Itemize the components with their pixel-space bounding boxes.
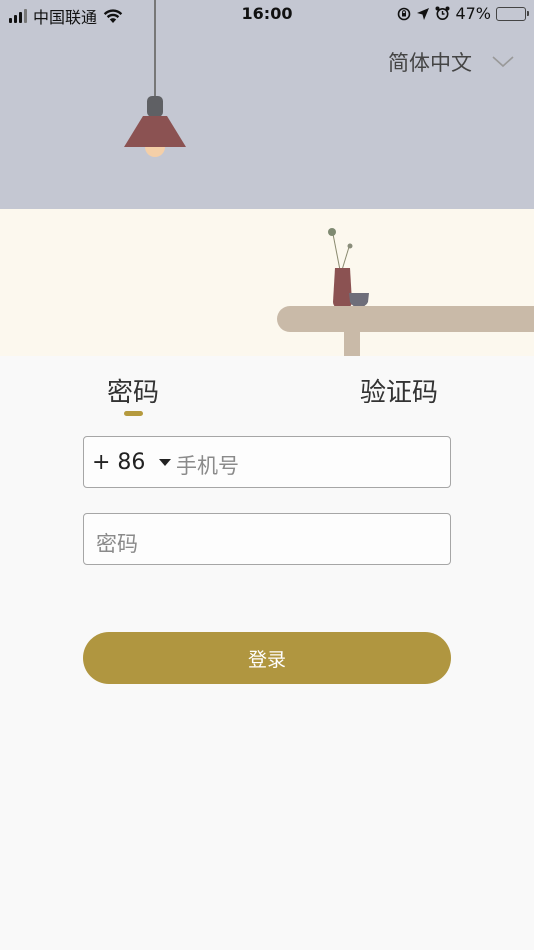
- active-tab-indicator: [124, 411, 143, 416]
- battery-percent: 47%: [455, 4, 491, 23]
- status-bar: 中国联通 16:00 47%: [0, 0, 534, 28]
- battery-icon: [496, 6, 529, 21]
- rotation-lock-icon: [398, 7, 411, 20]
- language-selector[interactable]: 简体中文: [388, 47, 514, 77]
- language-selected-label: 简体中文: [388, 51, 472, 75]
- hero-illustration-sky: [0, 0, 534, 209]
- alarm-clock-icon: [435, 6, 450, 20]
- phone-field: + 86: [83, 436, 451, 488]
- login-button[interactable]: 登录: [83, 632, 451, 684]
- login-method-tabs: 密码 验证码: [0, 372, 534, 422]
- tab-verification-code[interactable]: 验证码: [360, 372, 438, 409]
- phone-input[interactable]: [176, 437, 450, 487]
- chevron-down-icon: [492, 56, 514, 68]
- location-arrow-icon: [417, 7, 430, 20]
- hanging-lamp-illustration: [124, 0, 186, 157]
- country-code-label: + 86: [92, 449, 146, 475]
- password-input[interactable]: [84, 514, 450, 564]
- tab-password[interactable]: 密码: [107, 372, 159, 409]
- country-code-selector[interactable]: + 86: [84, 450, 176, 475]
- table-vase-illustration: [277, 228, 534, 356]
- status-bar-right: 47%: [397, 4, 529, 23]
- caret-down-icon: [159, 458, 172, 466]
- password-field: [83, 513, 451, 565]
